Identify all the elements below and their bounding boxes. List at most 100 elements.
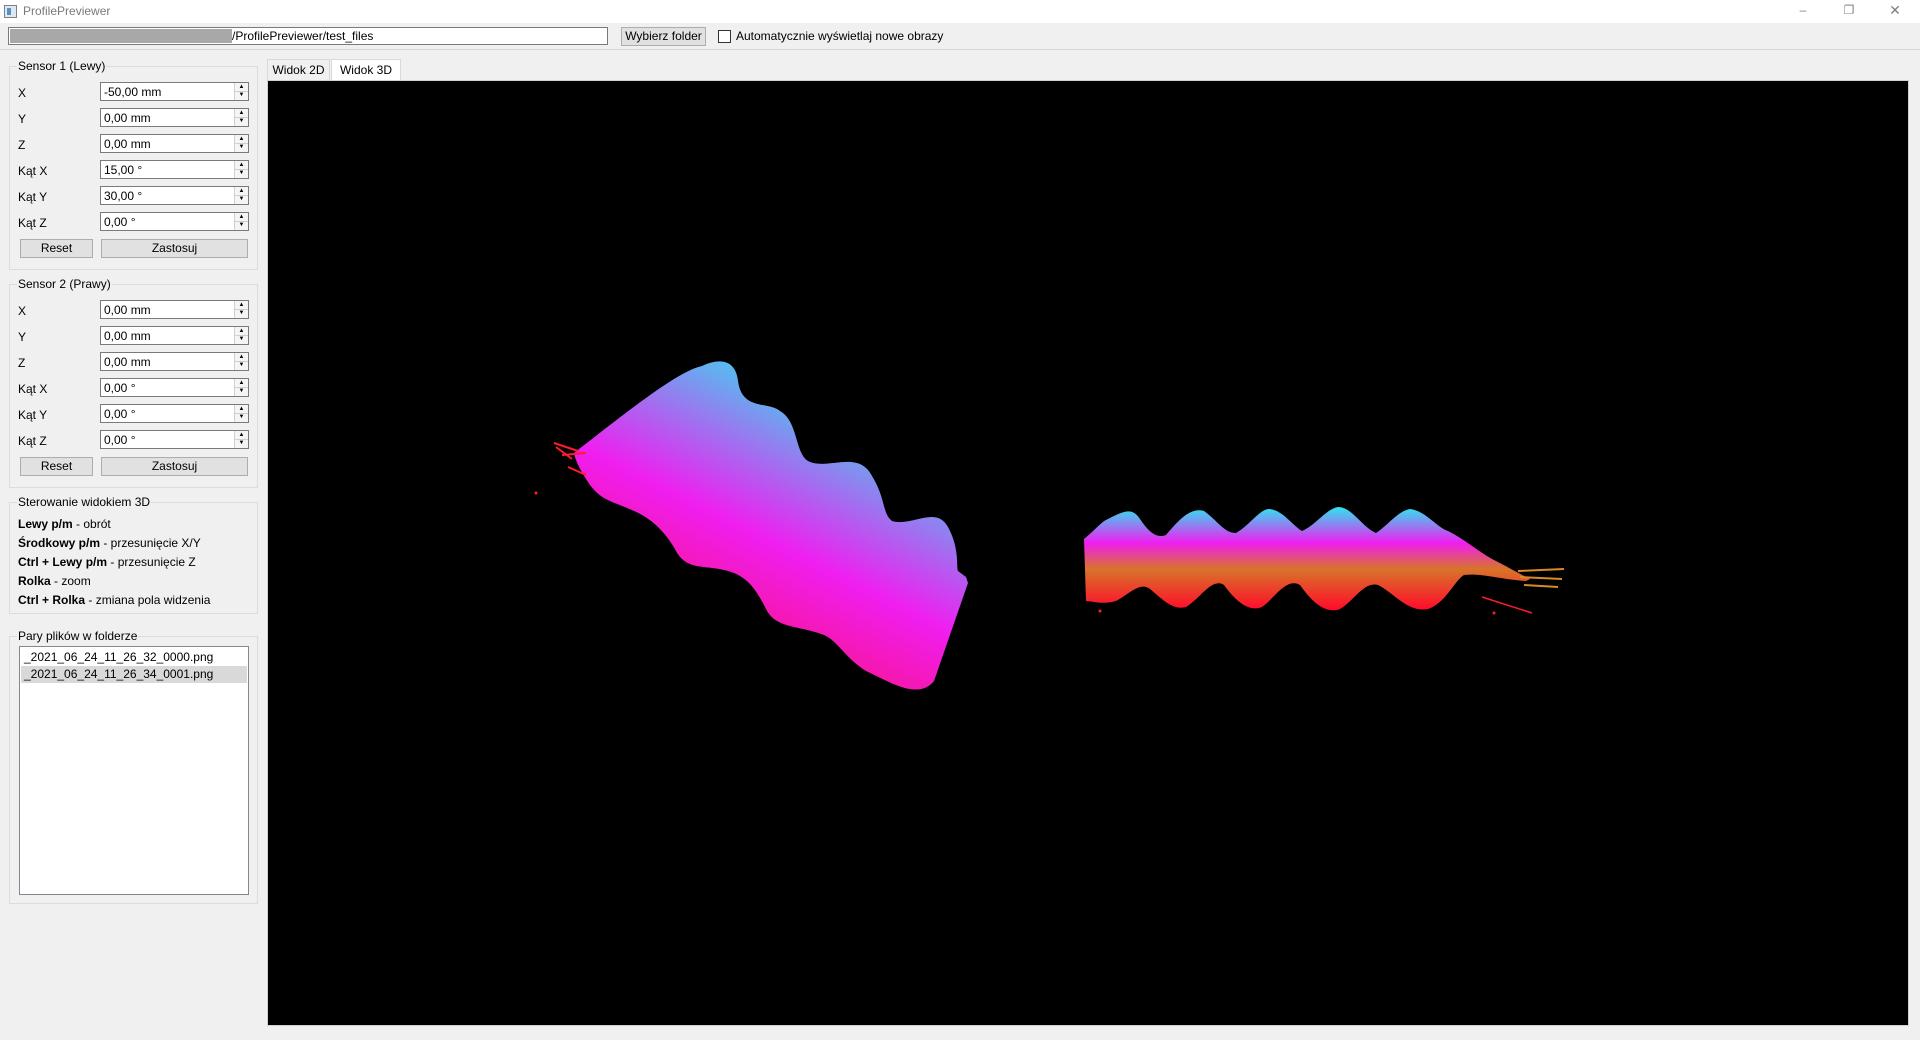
- sensor2-angle-z-value: 0,00 °: [104, 433, 136, 447]
- sensor2-z-label: Z: [18, 356, 26, 370]
- sensor1-angle-x-value: 15,00 °: [104, 163, 143, 177]
- spin-buttons: ▲ ▼: [234, 405, 248, 422]
- auto-show-checkbox[interactable]: [718, 30, 731, 43]
- sensor2-x-label: X: [18, 304, 27, 318]
- sensor1-reset-button[interactable]: Reset: [20, 239, 93, 258]
- sensor1-y-value: 0,00 mm: [104, 111, 151, 125]
- sensor1-angle-z-value: 0,00 °: [104, 215, 136, 229]
- tab-view-3d[interactable]: Widok 3D: [331, 59, 401, 81]
- spin-down-icon[interactable]: ▼: [235, 309, 248, 317]
- sensor1-angle-z-spinbox[interactable]: 0,00 ° ▲ ▼: [100, 212, 249, 231]
- window-title: ProfilePreviewer: [23, 4, 111, 18]
- help-key: Lewy p/m: [18, 517, 73, 531]
- spin-down-icon[interactable]: ▼: [235, 221, 248, 229]
- spin-buttons: ▲ ▼: [234, 109, 248, 126]
- help-key: Ctrl + Rolka: [18, 593, 86, 607]
- viewport-3d[interactable]: [267, 80, 1909, 1026]
- file-pairs-list[interactable]: _2021_06_24_11_26_32_0000.png _2021_06_2…: [19, 646, 249, 895]
- spin-down-icon[interactable]: ▼: [235, 361, 248, 369]
- spin-buttons: ▲ ▼: [234, 213, 248, 230]
- sensor2-angle-z-label: Kąt Z: [18, 434, 47, 448]
- sensor1-angle-x-label: Kąt X: [18, 164, 48, 178]
- list-item[interactable]: _2021_06_24_11_26_32_0000.png: [21, 649, 247, 666]
- stray-point: [1098, 609, 1102, 613]
- auto-show-label: Automatycznie wyświetlaj nowe obrazy: [736, 29, 944, 43]
- help-line-zoom: Rolka - zoom: [18, 574, 91, 588]
- sensor1-z-value: 0,00 mm: [104, 137, 151, 151]
- sensor2-reset-button[interactable]: Reset: [20, 457, 93, 476]
- help-key: Środkowy p/m: [18, 536, 101, 550]
- spin-down-icon[interactable]: ▼: [235, 387, 248, 395]
- sensor1-title: Sensor 1 (Lewy): [17, 59, 107, 73]
- help-line-pan-xy: Środkowy p/m - przesunięcie X/Y: [18, 536, 201, 550]
- redacted-path-prefix: [10, 29, 232, 43]
- sensor2-z-spinbox[interactable]: 0,00 mm ▲ ▼: [100, 352, 249, 371]
- toolbar-divider: [0, 49, 1920, 50]
- sensor2-title: Sensor 2 (Prawy): [17, 277, 112, 291]
- app-icon: [4, 5, 17, 18]
- minimize-icon[interactable]: –: [1780, 0, 1826, 23]
- close-icon[interactable]: ✕: [1872, 0, 1918, 23]
- spin-down-icon[interactable]: ▼: [235, 195, 248, 203]
- help-desc: - przesunięcie Z: [107, 555, 196, 569]
- tab-view-2d[interactable]: Widok 2D: [267, 59, 330, 80]
- spin-down-icon[interactable]: ▼: [235, 439, 248, 447]
- sensor2-apply-button[interactable]: Zastosuj: [101, 457, 248, 476]
- stray-point: [534, 491, 538, 495]
- list-item[interactable]: _2021_06_24_11_26_34_0001.png: [21, 666, 247, 683]
- sensor2-y-label: Y: [18, 330, 27, 344]
- help-desc: - przesunięcie X/Y: [100, 536, 201, 550]
- sensor1-z-spinbox[interactable]: 0,00 mm ▲ ▼: [100, 134, 249, 153]
- spin-buttons: ▲ ▼: [234, 301, 248, 318]
- spin-down-icon[interactable]: ▼: [235, 91, 248, 99]
- spin-buttons: ▲ ▼: [234, 353, 248, 370]
- spin-buttons: ▲ ▼: [234, 83, 248, 100]
- point-cloud-render: [534, 361, 1565, 690]
- sensor2-angle-y-label: Kąt Y: [18, 408, 48, 422]
- sensor2-angle-x-label: Kąt X: [18, 382, 48, 396]
- spin-buttons: ▲ ▼: [234, 161, 248, 178]
- help-line-pan-z: Ctrl + Lewy p/m - przesunięcie Z: [18, 555, 196, 569]
- spin-down-icon[interactable]: ▼: [235, 413, 248, 421]
- spin-buttons: ▲ ▼: [234, 327, 248, 344]
- right-profile-surface: [1084, 507, 1530, 611]
- sensor1-angle-y-spinbox[interactable]: 30,00 ° ▲ ▼: [100, 186, 249, 205]
- choose-folder-button[interactable]: Wybierz folder: [621, 27, 706, 46]
- help-line-fov: Ctrl + Rolka - zmiana pola widzenia: [18, 593, 210, 607]
- sensor2-z-value: 0,00 mm: [104, 355, 151, 369]
- title-bar: ProfilePreviewer – ❐ ✕: [0, 0, 1920, 23]
- sensor1-angle-x-spinbox[interactable]: 15,00 ° ▲ ▼: [100, 160, 249, 179]
- sensor2-x-spinbox[interactable]: 0,00 mm ▲ ▼: [100, 300, 249, 319]
- file-pairs-title: Pary plików w folderze: [17, 629, 139, 643]
- help-desc: - obrót: [72, 517, 111, 531]
- help-desc: - zoom: [50, 574, 91, 588]
- spin-buttons: ▲ ▼: [234, 431, 248, 448]
- help-line-rotate: Lewy p/m - obrót: [18, 517, 111, 531]
- left-profile-surface: [574, 361, 968, 690]
- sensor2-angle-y-value: 0,00 °: [104, 407, 136, 421]
- spin-buttons: ▲ ▼: [234, 135, 248, 152]
- spin-down-icon[interactable]: ▼: [235, 143, 248, 151]
- sensor2-angle-z-spinbox[interactable]: 0,00 ° ▲ ▼: [100, 430, 249, 449]
- help-desc: - zmiana pola widzenia: [85, 593, 211, 607]
- sensor2-angle-x-spinbox[interactable]: 0,00 ° ▲ ▼: [100, 378, 249, 397]
- sensor1-apply-button[interactable]: Zastosuj: [101, 239, 248, 258]
- help-key: Rolka: [18, 574, 51, 588]
- folder-path-value: /ProfilePreviewer/test_files: [232, 29, 374, 43]
- spin-down-icon[interactable]: ▼: [235, 169, 248, 177]
- spin-down-icon[interactable]: ▼: [235, 335, 248, 343]
- spin-buttons: ▲ ▼: [234, 379, 248, 396]
- folder-path-input[interactable]: /ProfilePreviewer/test_files: [8, 27, 608, 45]
- sensor2-y-spinbox[interactable]: 0,00 mm ▲ ▼: [100, 326, 249, 345]
- sensor2-x-value: 0,00 mm: [104, 303, 151, 317]
- sensor2-angle-y-spinbox[interactable]: 0,00 ° ▲ ▼: [100, 404, 249, 423]
- sensor1-y-label: Y: [18, 112, 27, 126]
- sensor1-x-label: X: [18, 86, 27, 100]
- spin-down-icon[interactable]: ▼: [235, 117, 248, 125]
- restore-icon[interactable]: ❐: [1826, 0, 1872, 23]
- sensor2-y-value: 0,00 mm: [104, 329, 151, 343]
- sensor1-y-spinbox[interactable]: 0,00 mm ▲ ▼: [100, 108, 249, 127]
- sensor1-angle-y-label: Kąt Y: [18, 190, 48, 204]
- sensor1-x-spinbox[interactable]: -50,00 mm ▲ ▼: [100, 82, 249, 101]
- sensor1-angle-y-value: 30,00 °: [104, 189, 143, 203]
